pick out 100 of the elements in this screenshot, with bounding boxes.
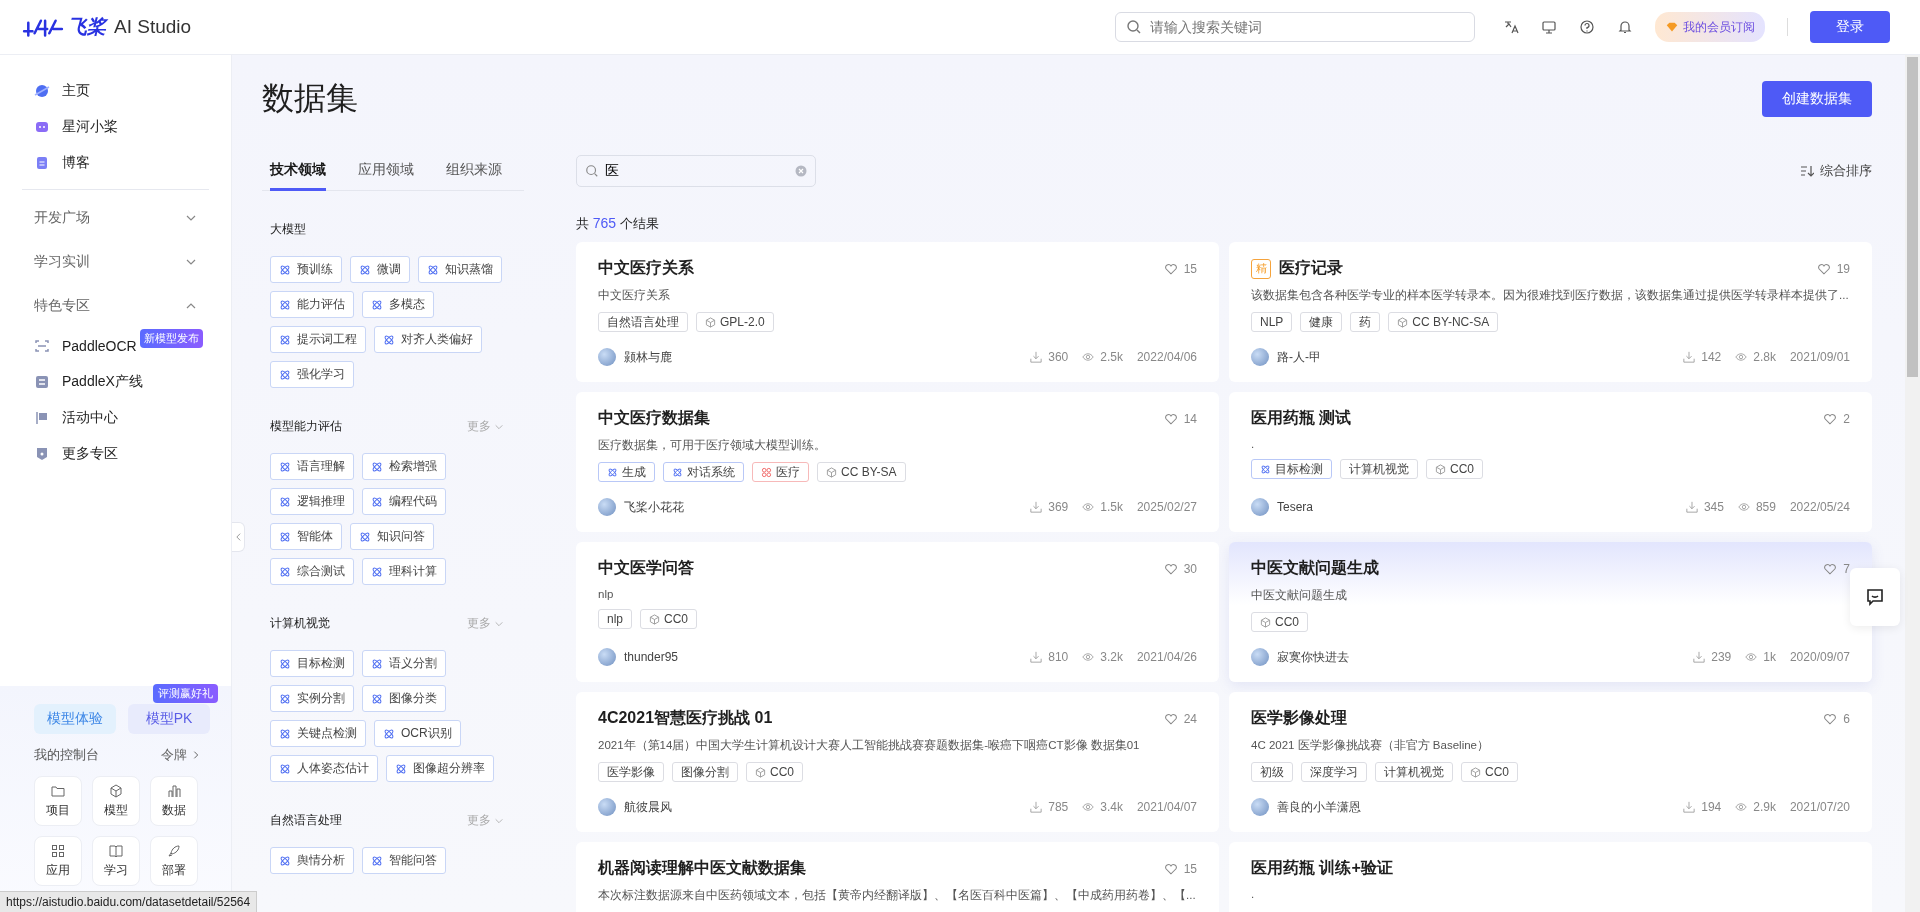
dataset-card[interactable]: 中文医疗关系 15 中文医疗关系 自然语言处理 GPL-2.0 颢林与鹿 360 2.5k 2022/04/06: [576, 242, 1219, 382]
filter-tag[interactable]: 智能体: [270, 523, 342, 550]
atom-icon: [371, 460, 383, 473]
dataset-description: 该数据集包含各种医学专业的样本医学转录本。因为很难找到医疗数据，该数据集通过提供医学转录样本提供了...: [1251, 288, 1850, 303]
filter-tag[interactable]: 关键点检测: [270, 720, 366, 747]
nav-item[interactable]: PaddleX产线: [22, 364, 209, 400]
filter-tag[interactable]: 强化学习: [270, 361, 354, 388]
dataset-card[interactable]: 精 医疗记录 19 该数据集包含各种医学专业的样本医学转录本。因为很难找到医疗数据，该数据集通过提供医学转录样本提供了... NLP 健康 药 CC BY-NC-SA 路-人-甲 142 2.8k 2021/09/01: [1229, 242, 1872, 382]
token-link[interactable]: 令牌: [161, 746, 201, 764]
monitor-icon[interactable]: [1541, 19, 1557, 35]
filter-tag[interactable]: 编程代码: [362, 488, 446, 515]
author-name[interactable]: 寂寞你快进去: [1277, 648, 1686, 666]
membership-button[interactable]: 我的会员订阅: [1655, 12, 1765, 42]
dataset-card[interactable]: 中文医学问答 30 nlp nlp CC0 thunder95 810 3.2k 2021/04/26: [576, 542, 1219, 682]
filter-tag[interactable]: 提示词工程: [270, 326, 366, 353]
dataset-card[interactable]: 4C2021智慧医疗挑战 01 24 2021年（第14届）中国大学生计算机设计大赛人工智能挑战赛赛题数据集-喉癌下咽癌CT影像 数据集01 医学影像 图像分割 CC0 航彼晨风 785 3.4k 2021/04/07: [576, 692, 1219, 832]
atom-icon: [279, 333, 291, 346]
scrollbar[interactable]: [1905, 55, 1920, 912]
like-count[interactable]: 2: [1823, 411, 1850, 426]
filter-tag[interactable]: 智能问答: [362, 847, 446, 874]
view-count: 3.2k: [1082, 650, 1123, 664]
filter-tag[interactable]: 预训练: [270, 256, 342, 283]
dataset-description: 中医文献问题生成: [1251, 588, 1348, 603]
dataset-card[interactable]: 医用药瓶 训练+验证 .: [1229, 842, 1872, 912]
dataset-card[interactable]: 医用药瓶 测试 2 . 目标检测 计算机视觉 CC0 Tesera 345 859 2022/05/24: [1229, 392, 1872, 532]
filter-tag[interactable]: 语义分割: [362, 650, 446, 677]
filter-tag[interactable]: 能力评估: [270, 291, 354, 318]
filter-tag[interactable]: 对齐人类偏好: [374, 326, 482, 353]
filter-tag[interactable]: 实例分割: [270, 685, 354, 712]
login-button[interactable]: 登录: [1810, 11, 1890, 43]
translate-icon[interactable]: [1503, 19, 1519, 35]
cube-icon: [1470, 766, 1481, 778]
help-icon[interactable]: [1579, 19, 1595, 35]
download-icon: [1030, 501, 1043, 513]
filter-tag[interactable]: 图像超分辨率: [386, 755, 494, 782]
filter-tag[interactable]: 舆情分析: [270, 847, 354, 874]
search-field[interactable]: 医: [576, 155, 816, 187]
filter-tab[interactable]: 应用领域: [358, 153, 414, 191]
filter-tag[interactable]: 理科计算: [362, 558, 446, 585]
bell-icon[interactable]: [1617, 19, 1633, 35]
author-name[interactable]: 路-人-甲: [1277, 348, 1676, 366]
create-dataset-button[interactable]: 创建数据集: [1762, 81, 1872, 117]
filter-tag[interactable]: 检索增强: [362, 453, 446, 480]
group-title: 自然语言处理: [270, 812, 342, 829]
filter-tag[interactable]: 人体姿态估计: [270, 755, 378, 782]
console-tile[interactable]: 学习: [92, 836, 140, 886]
heart-icon: [1823, 561, 1838, 576]
author-name[interactable]: 航彼晨风: [624, 798, 1023, 816]
console-tile[interactable]: 部署: [150, 836, 198, 886]
dataset-card[interactable]: 中医文献问题生成 7 中医文献问题生成 CC0 寂寞你快进去 239 1k 2020/09/07: [1229, 542, 1872, 682]
dataset-tag: 初级: [1251, 762, 1293, 782]
nav-item[interactable]: PaddleOCR 新模型发布: [22, 328, 209, 364]
like-count[interactable]: 14: [1163, 411, 1197, 426]
filter-tab[interactable]: 技术领域: [270, 153, 326, 191]
filter-tag[interactable]: 综合测试: [270, 558, 354, 585]
console-tile[interactable]: 数据: [150, 776, 198, 826]
filter-tag[interactable]: 知识问答: [350, 523, 434, 550]
dataset-tag: 医疗: [752, 462, 809, 482]
dataset-card[interactable]: 机器阅读理解中医文献数据集 15 本次标注数据源来自中医药领域文本，包括【黄帝内经翻译版】、【名医百科中医篇】、【中成药用药卷】、【...: [576, 842, 1219, 912]
nav-item[interactable]: 星河小桨: [22, 109, 209, 145]
view-count: 2.5k: [1082, 350, 1123, 364]
like-count[interactable]: 30: [1163, 561, 1197, 576]
like-count[interactable]: 19: [1816, 261, 1850, 276]
download-count: 369: [1030, 500, 1069, 514]
filter-tag[interactable]: 目标检测: [270, 650, 354, 677]
author-name[interactable]: thunder95: [624, 650, 1023, 664]
feedback-button[interactable]: [1850, 568, 1900, 626]
author-name[interactable]: 颢林与鹿: [624, 348, 1023, 366]
console-tile[interactable]: 项目: [34, 776, 82, 826]
eye-icon: [1735, 351, 1748, 363]
author-name[interactable]: 善良的小羊潇恩: [1277, 798, 1676, 816]
filter-tag[interactable]: 语言理解: [270, 453, 354, 480]
sort-button[interactable]: 综合排序: [1800, 162, 1872, 180]
nav-item[interactable]: 活动中心: [22, 400, 209, 436]
nav-item[interactable]: 更多专区: [22, 436, 209, 472]
filter-tag[interactable]: 多模态: [362, 291, 434, 318]
collapse-handle[interactable]: [232, 522, 245, 552]
author-name[interactable]: Tesera: [1277, 500, 1678, 514]
filter-tag[interactable]: 图像分类: [362, 685, 446, 712]
filter-tag[interactable]: 微调: [350, 256, 410, 283]
author-name[interactable]: 飞桨小花花: [624, 498, 1023, 516]
filter-tab[interactable]: 组织来源: [446, 153, 502, 191]
filter-tag[interactable]: OCR识别: [374, 720, 461, 747]
console-tile[interactable]: 应用: [34, 836, 82, 886]
quick-button[interactable]: 模型PK: [128, 704, 210, 734]
like-count[interactable]: 24: [1163, 711, 1197, 726]
nav-item[interactable]: 博客: [22, 145, 209, 181]
like-count[interactable]: 15: [1163, 261, 1197, 276]
like-count[interactable]: 15: [1163, 861, 1197, 876]
dataset-card[interactable]: 中文医疗数据集 14 医疗数据集，可用于医疗领域大模型训练。 生成 对话系统 医疗 CC BY-SA 飞桨小花花 369 1.5k 2025/02/27: [576, 392, 1219, 532]
nav-item[interactable]: 主页: [22, 73, 209, 109]
search-field[interactable]: 请输入搜索关键词: [1115, 12, 1475, 42]
section-header[interactable]: 特色专区: [22, 284, 209, 328]
filter-tag[interactable]: 知识蒸馏: [418, 256, 502, 283]
like-count[interactable]: 6: [1823, 711, 1850, 726]
console-tile[interactable]: 模型: [92, 776, 140, 826]
filter-tag[interactable]: 逻辑推理: [270, 488, 354, 515]
dataset-card[interactable]: 医学影像处理 6 4C 2021 医学影像挑战赛（非官方 Baseline） 初级 深度学习 计算机视觉 CC0 善良的小羊潇恩 194 2.9k 2021/07/20: [1229, 692, 1872, 832]
section-header[interactable]: 学习实训: [22, 240, 209, 284]
section-header[interactable]: 开发广场: [22, 196, 209, 240]
